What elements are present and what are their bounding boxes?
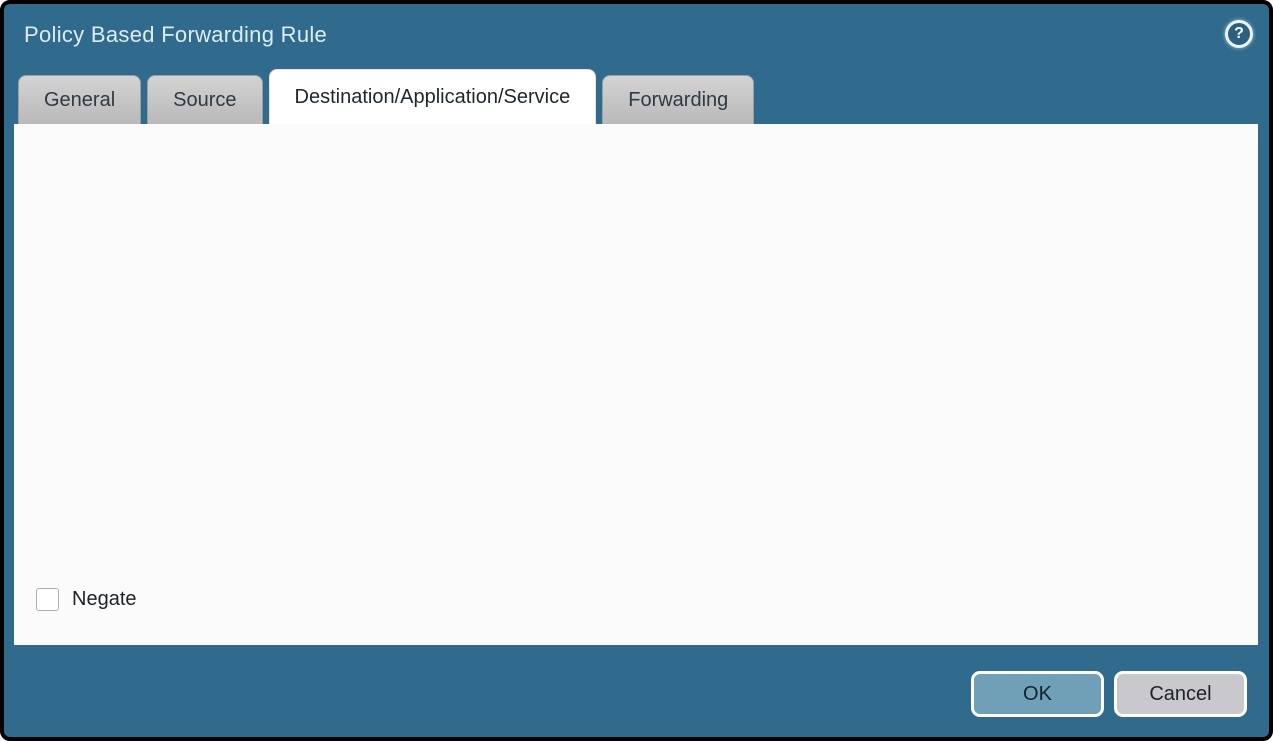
tab-content-panel (14, 124, 1258, 645)
help-icon[interactable]: ? (1225, 20, 1253, 48)
tab-general[interactable]: General (18, 75, 141, 124)
ok-button[interactable]: OK (971, 671, 1104, 717)
negate-label: Negate (72, 588, 137, 611)
tab-bar: General Source Destination/Application/S… (18, 70, 754, 124)
pbf-rule-dialog: Policy Based Forwarding Rule ? General S… (0, 0, 1273, 741)
tab-destination-application-service[interactable]: Destination/Application/Service (269, 69, 597, 124)
dialog-title: Policy Based Forwarding Rule (24, 22, 327, 48)
negate-checkbox[interactable] (36, 588, 59, 611)
tab-source[interactable]: Source (147, 75, 262, 124)
cancel-button[interactable]: Cancel (1114, 671, 1247, 717)
negate-row: Negate (36, 588, 137, 611)
tab-forwarding[interactable]: Forwarding (602, 75, 754, 124)
